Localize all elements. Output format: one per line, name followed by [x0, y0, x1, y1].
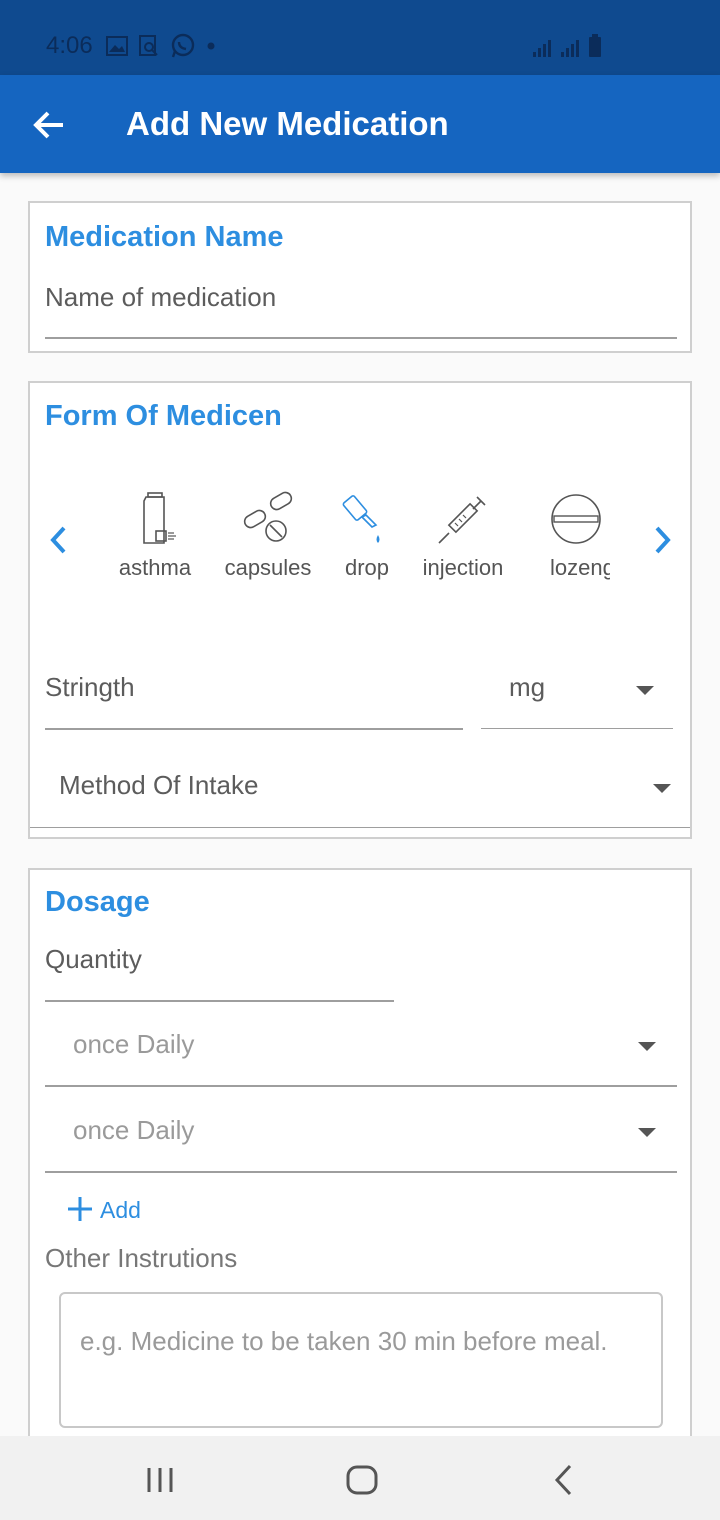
- form-label-injection: injection: [422, 555, 504, 580]
- form-option-asthma[interactable]: asthma: [110, 491, 205, 601]
- dosage-title: Dosage: [45, 886, 150, 918]
- form-options: asthma capsules drop injection lozeng: [110, 383, 610, 623]
- lozenge-icon: [551, 494, 601, 544]
- recent-apps-icon: [147, 1468, 173, 1492]
- battery-icon: [589, 34, 601, 57]
- unit-select[interactable]: mg: [481, 663, 673, 727]
- medication-name-card: Medication Name Name of medication: [28, 201, 692, 353]
- medication-name-title: Medication Name: [45, 221, 284, 253]
- unit-dropdown-icon: [636, 686, 654, 695]
- strength-underline: [45, 728, 463, 730]
- unit-value: mg: [509, 672, 546, 702]
- status-time: 4:06: [46, 32, 93, 59]
- notification-icons: [106, 33, 216, 59]
- form-option-capsules[interactable]: capsules: [218, 491, 318, 601]
- frequency-select-2[interactable]: once Daily: [45, 1102, 677, 1172]
- capsules-icon: [243, 491, 293, 542]
- status-indicators: [532, 34, 602, 58]
- recent-apps-button[interactable]: [138, 1462, 182, 1498]
- instructions-textarea[interactable]: e.g. Medicine to be taken 30 min before …: [59, 1292, 663, 1428]
- chevron-left-icon: [50, 526, 66, 554]
- form-card: Form Of Medicen asthma capsules drop inj…: [28, 381, 692, 839]
- drop-icon: [342, 495, 380, 543]
- chevron-right-icon: [655, 526, 671, 554]
- dosage-card: Dosage Quantity once Daily once Daily Ad…: [28, 868, 692, 1508]
- method-dropdown-icon: [653, 784, 671, 793]
- medication-name-underline: [45, 337, 677, 339]
- signal-icon-2: [561, 40, 579, 57]
- method-value: Method Of Intake: [59, 770, 259, 800]
- method-select[interactable]: Method Of Intake: [45, 751, 677, 815]
- plus-icon: [68, 1197, 92, 1221]
- frequency-select-1[interactable]: once Daily: [45, 1016, 677, 1086]
- scroll-right-button[interactable]: [647, 523, 677, 557]
- add-dose-label: Add: [100, 1197, 141, 1223]
- frequency-dropdown-icon-2: [638, 1128, 656, 1137]
- search-doc-icon: [139, 35, 158, 56]
- form-option-drop[interactable]: drop: [317, 491, 417, 601]
- instructions-placeholder: e.g. Medicine to be taken 30 min before …: [80, 1326, 608, 1356]
- signal-icon: [533, 40, 551, 57]
- gallery-icon: [106, 36, 128, 56]
- form-label-capsules: capsules: [224, 555, 312, 580]
- add-dose-button[interactable]: Add: [66, 1192, 186, 1228]
- system-back-button[interactable]: [546, 1462, 582, 1498]
- scroll-left-button[interactable]: [44, 523, 74, 557]
- app-bar: Add New Medication: [0, 75, 720, 173]
- whatsapp-icon: [171, 33, 195, 58]
- frequency-dropdown-icon-1: [638, 1042, 656, 1051]
- quantity-underline: [45, 1000, 394, 1002]
- dot-icon: [207, 42, 215, 50]
- arrow-back-icon: [33, 111, 63, 139]
- form-label-asthma: asthma: [118, 555, 192, 580]
- strength-input[interactable]: Stringth: [45, 672, 463, 718]
- quantity-input[interactable]: Quantity: [45, 944, 394, 992]
- syringe-icon: [438, 496, 486, 544]
- frequency-underline-2: [45, 1171, 677, 1173]
- inhaler-icon: [143, 492, 176, 544]
- form-label-lozenge: lozeng: [550, 555, 610, 580]
- method-underline: [30, 827, 690, 828]
- form-option-lozenge[interactable]: lozeng: [550, 491, 610, 601]
- back-icon: [554, 1464, 572, 1496]
- frequency-underline-1: [45, 1085, 677, 1087]
- medication-name-input[interactable]: Name of medication: [45, 282, 677, 332]
- unit-underline: [481, 728, 673, 729]
- form-option-injection[interactable]: injection: [413, 491, 513, 601]
- form-label-drop: drop: [344, 555, 390, 580]
- frequency-value-1: once Daily: [73, 1029, 195, 1059]
- back-button[interactable]: [30, 105, 70, 145]
- system-nav-bar: [0, 1436, 720, 1520]
- other-instructions-label: Other Instrutions: [45, 1243, 238, 1273]
- status-bar: 4:06: [0, 0, 720, 75]
- home-button[interactable]: [342, 1462, 382, 1498]
- home-icon: [346, 1465, 378, 1495]
- page-title: Add New Medication: [126, 105, 449, 142]
- frequency-value-2: once Daily: [73, 1115, 195, 1145]
